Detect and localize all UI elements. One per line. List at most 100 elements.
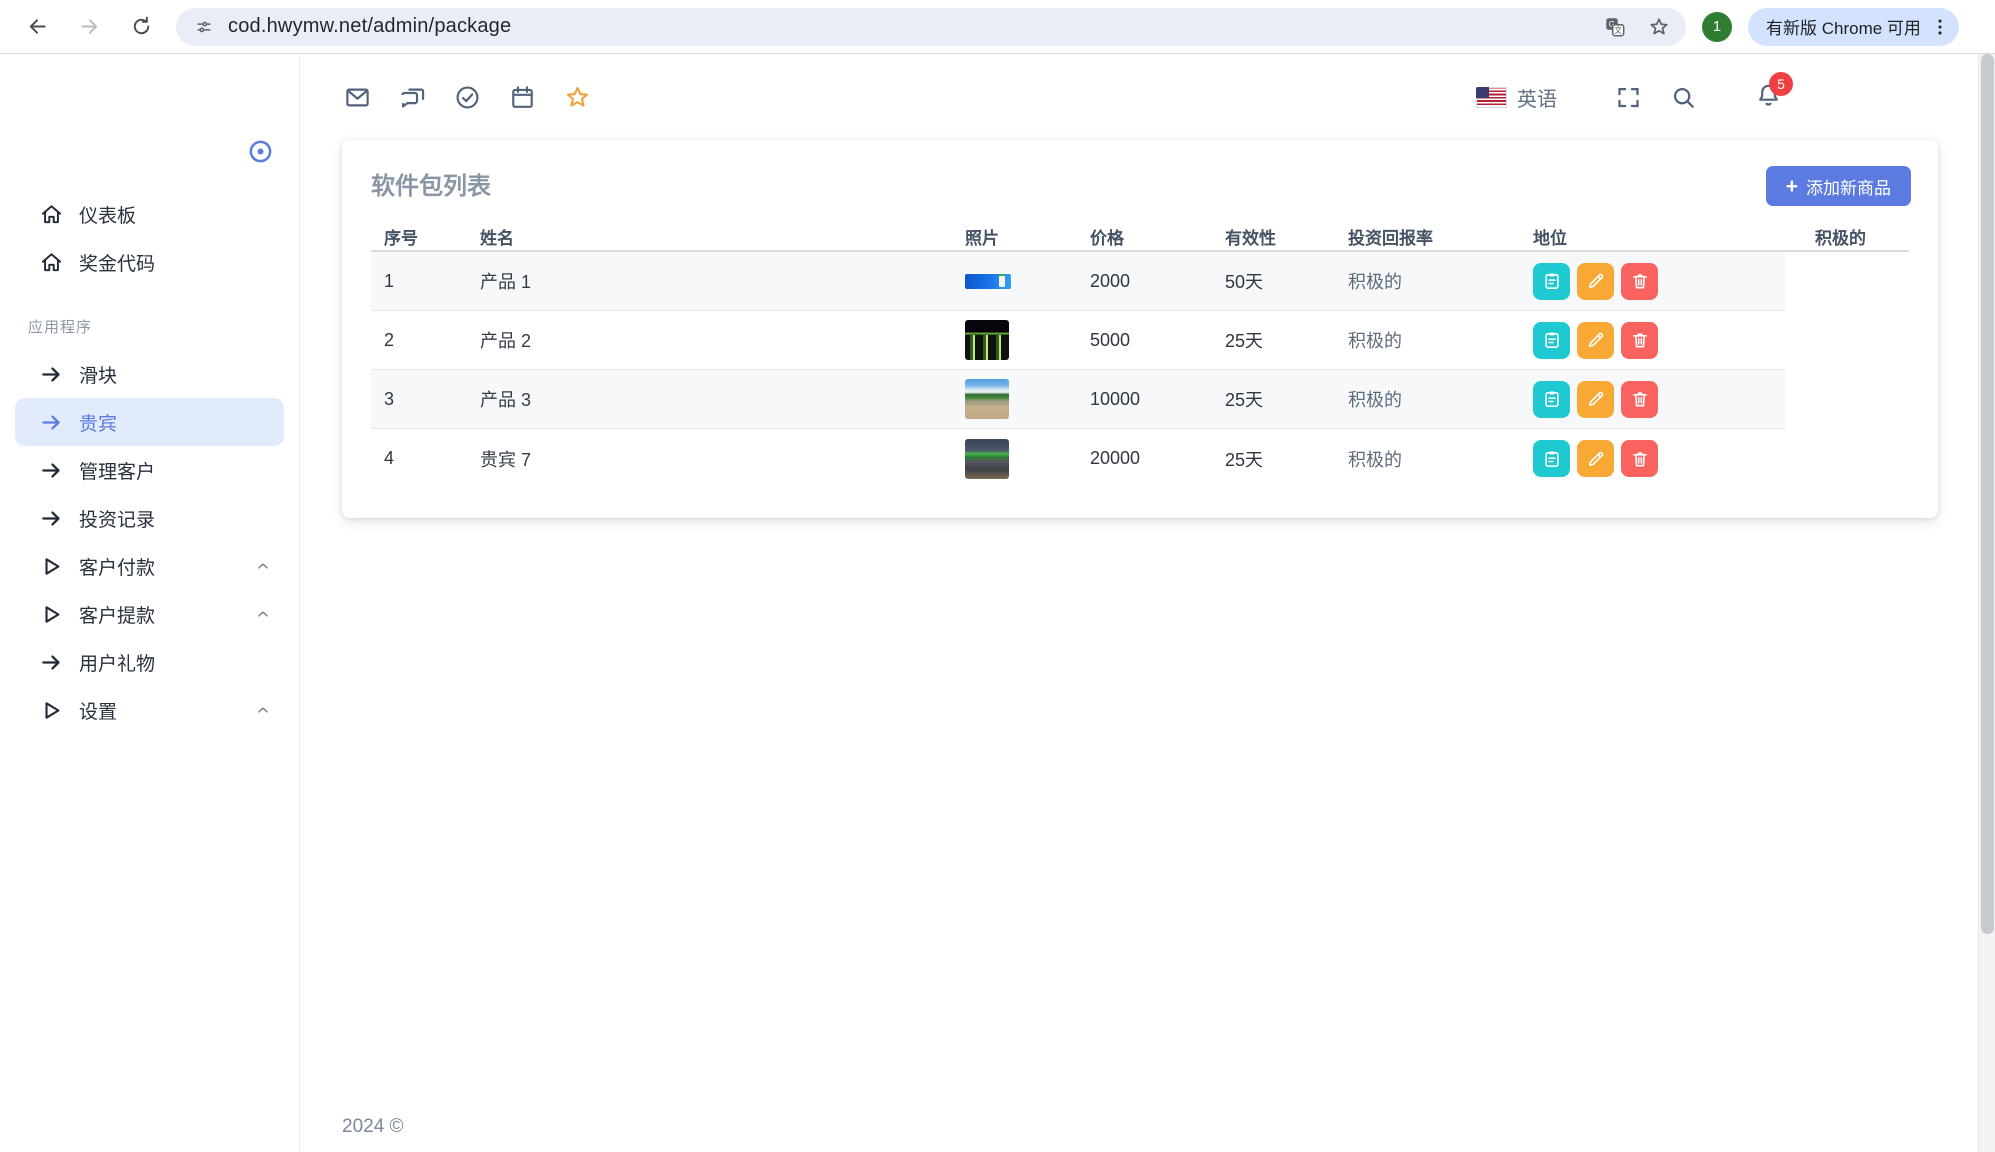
name-cell: 产品 2 xyxy=(480,311,531,369)
column-header: 积极的 xyxy=(1815,220,1866,252)
browser-reload-button[interactable] xyxy=(124,10,158,44)
sidebar-item-settings[interactable]: 设置 xyxy=(15,686,284,734)
browser-back-button[interactable] xyxy=(20,10,54,44)
column-header: 地位 xyxy=(1533,220,1567,252)
table-row: 3产品 31000025天积极的 xyxy=(371,370,1785,429)
chrome-update-chip[interactable]: 有新版 Chrome 可用 xyxy=(1748,8,1959,46)
table-row: 4贵宾 72000025天积极的 xyxy=(371,429,1785,488)
play-icon xyxy=(40,699,63,722)
photo-wrap-cell xyxy=(965,429,1009,488)
browser-menu-icon[interactable] xyxy=(1929,16,1951,38)
browser-forward-button[interactable] xyxy=(72,10,106,44)
arrow-icon xyxy=(40,507,63,530)
copyright-footer: 2024 © xyxy=(342,1116,404,1138)
address-bar[interactable]: cod.hwymw.net/admin/package G文 xyxy=(176,8,1686,46)
actions-wrap-cell xyxy=(1533,429,1658,488)
edit-button[interactable] xyxy=(1577,440,1614,477)
roi-cell: 积极的 xyxy=(1348,429,1402,488)
sidebar-item-manage-customers[interactable]: 管理客户 xyxy=(15,446,284,494)
view-button[interactable] xyxy=(1533,381,1570,418)
language-label[interactable]: 英语 xyxy=(1517,83,1557,112)
sidebar-item-label: 滑块 xyxy=(79,361,117,388)
bookmark-star-icon[interactable] xyxy=(1648,16,1670,38)
us-flag-icon[interactable] xyxy=(1476,87,1507,108)
reload-icon xyxy=(130,15,153,38)
column-header: 有效性 xyxy=(1225,220,1276,252)
home-icon xyxy=(40,251,63,274)
admin-app: 仪表板奖金代码应用程序滑块贵宾管理客户投资记录客户付款客户提款用户礼物设置 英语… xyxy=(0,54,1995,1152)
site-settings-icon[interactable] xyxy=(194,17,214,37)
arrow-icon xyxy=(40,459,63,482)
sidebar-item-label: 客户付款 xyxy=(79,553,155,580)
delete-button[interactable] xyxy=(1621,440,1658,477)
sidebar-item-vip[interactable]: 贵宾 xyxy=(15,398,284,446)
num-cell: 3 xyxy=(384,370,394,428)
calendar-icon[interactable] xyxy=(509,84,536,111)
trash-icon xyxy=(1630,389,1650,409)
sidebar-toggle-icon[interactable] xyxy=(247,138,274,165)
sidebar-item-label: 投资记录 xyxy=(79,505,155,532)
sidebar-item-label: 用户礼物 xyxy=(79,649,155,676)
notifications-button[interactable]: 5 xyxy=(1727,81,1782,113)
num-cell: 4 xyxy=(384,429,394,488)
fullscreen-icon[interactable] xyxy=(1615,84,1642,111)
play-icon xyxy=(40,555,63,578)
chevron-up-icon[interactable] xyxy=(254,701,272,719)
page-title: 软件包列表 xyxy=(371,166,491,201)
sidebar-item-dashboard[interactable]: 仪表板 xyxy=(15,190,284,238)
delete-button[interactable] xyxy=(1621,381,1658,418)
address-bar-actions: G文 xyxy=(1604,16,1670,38)
chat-icon[interactable] xyxy=(399,84,426,111)
page-scrollbar[interactable] xyxy=(1978,54,1995,1152)
arrow-icon xyxy=(40,651,63,674)
sidebar-item-customer-payments[interactable]: 客户付款 xyxy=(15,542,284,590)
edit-button[interactable] xyxy=(1577,381,1614,418)
sidebar-item-slider[interactable]: 滑块 xyxy=(15,350,284,398)
check-circle-icon[interactable] xyxy=(454,84,481,111)
num-cell: 1 xyxy=(384,252,394,310)
home-icon xyxy=(40,203,63,226)
sidebar-item-investment-records[interactable]: 投资记录 xyxy=(15,494,284,542)
photo-wrap-cell xyxy=(965,311,1009,369)
delete-button[interactable] xyxy=(1621,263,1658,300)
delete-button[interactable] xyxy=(1621,322,1658,359)
view-button[interactable] xyxy=(1533,263,1570,300)
mail-icon[interactable] xyxy=(344,84,371,111)
chevron-up-icon[interactable] xyxy=(254,605,272,623)
back-arrow-icon xyxy=(26,15,49,38)
product-photo-station-night xyxy=(965,320,1009,360)
clipboard-icon xyxy=(1542,271,1562,291)
num-cell: 25天 xyxy=(1225,370,1263,428)
translate-icon[interactable]: G文 xyxy=(1604,16,1626,38)
table-header-row: 序号姓名照片价格有效性投资回报率地位积极的 xyxy=(371,220,1909,252)
pencil-icon xyxy=(1586,330,1606,350)
sidebar-item-user-gifts[interactable]: 用户礼物 xyxy=(15,638,284,686)
sidebar-item-customer-withdrawals[interactable]: 客户提款 xyxy=(15,590,284,638)
add-product-button[interactable]: + 添加新商品 xyxy=(1766,166,1911,206)
sidebar-item-bonus-code[interactable]: 奖金代码 xyxy=(15,238,284,286)
pencil-icon xyxy=(1586,389,1606,409)
roi-cell: 积极的 xyxy=(1348,311,1402,369)
chevron-up-icon[interactable] xyxy=(254,557,272,575)
row-actions xyxy=(1533,322,1658,359)
play-icon xyxy=(40,603,63,626)
browser-toolbar: cod.hwymw.net/admin/package G文 1 有新版 Chr… xyxy=(0,0,1995,54)
topbar-right: 英语 5 xyxy=(1476,54,1782,140)
column-header: 序号 xyxy=(384,220,418,252)
star-icon[interactable] xyxy=(564,84,591,111)
url-text[interactable]: cod.hwymw.net/admin/package xyxy=(228,15,511,38)
scrollbar-thumb[interactable] xyxy=(1981,54,1994,934)
svg-text:文: 文 xyxy=(1614,25,1622,35)
search-icon[interactable] xyxy=(1670,84,1697,111)
num-cell: 10000 xyxy=(1090,370,1140,428)
browser-profile-avatar[interactable]: 1 xyxy=(1702,12,1732,42)
name-cell: 产品 1 xyxy=(480,252,531,310)
clipboard-icon xyxy=(1542,449,1562,469)
view-button[interactable] xyxy=(1533,440,1570,477)
edit-button[interactable] xyxy=(1577,263,1614,300)
trash-icon xyxy=(1630,330,1650,350)
topbar: 英语 5 xyxy=(300,54,1995,140)
photo-wrap-cell xyxy=(965,252,1011,310)
view-button[interactable] xyxy=(1533,322,1570,359)
edit-button[interactable] xyxy=(1577,322,1614,359)
